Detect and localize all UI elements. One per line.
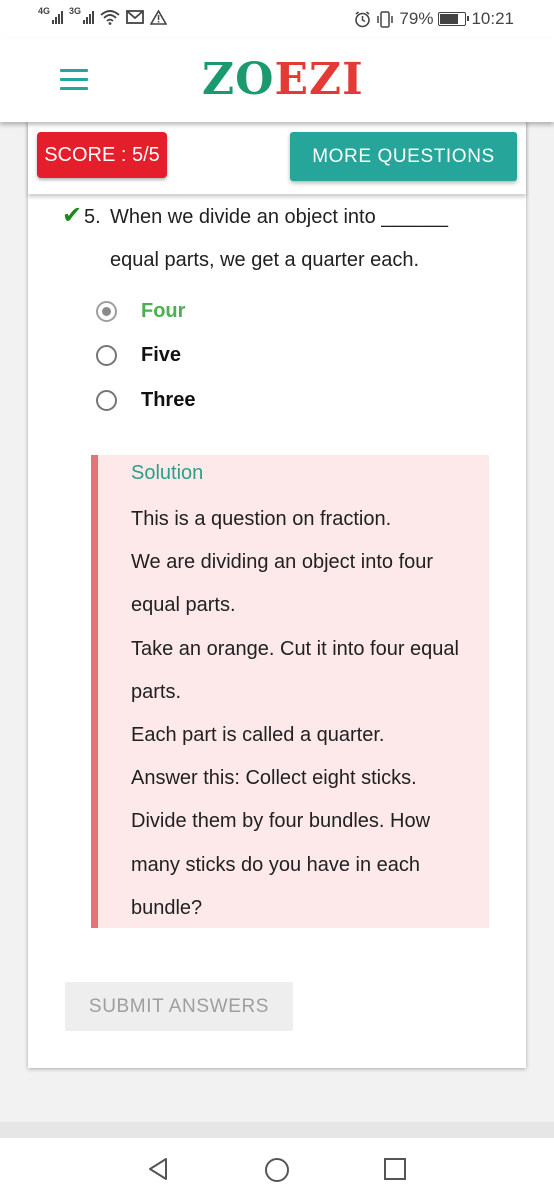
solution-line: This is a question on fraction. [131, 508, 392, 530]
app-logo: ZOEZI [202, 56, 364, 104]
radio-button[interactable] [96, 389, 117, 411]
option-five[interactable]: Five [96, 340, 181, 370]
option-four[interactable]: Four [96, 296, 185, 326]
battery-fill [440, 14, 458, 24]
question-text: When we divide an object into ______ equ… [110, 196, 490, 282]
option-label: Four [141, 299, 186, 322]
radio-button[interactable] [96, 344, 117, 366]
network-type-2: 3G [69, 6, 82, 16]
score-badge: SCORE : 5/5 [37, 132, 167, 178]
solution-title: Solution [131, 462, 204, 484]
status-right: 79% 10:21 [354, 9, 514, 29]
clock: 10:21 [471, 9, 514, 28]
recents-icon[interactable] [383, 1157, 407, 1181]
solution-line: bundle? [131, 896, 203, 919]
option-three[interactable]: Three [96, 385, 195, 415]
check-icon: ✔ [62, 202, 83, 229]
question-text-line: equal parts, we get a quarter each. [110, 249, 420, 271]
solution-box: Solution This is a question on fraction.… [91, 455, 489, 928]
radio-button-selected[interactable] [96, 300, 117, 322]
signal-icon: 4G [38, 6, 63, 24]
bottom-divider [0, 1122, 554, 1138]
wifi-icon [100, 10, 120, 25]
solution-line: Take an orange. Cut it into four equal [131, 637, 459, 660]
back-icon[interactable] [146, 1157, 170, 1181]
mail-icon [126, 10, 144, 24]
solution-line: Each part is called a quarter. [131, 724, 385, 747]
solution-line: many sticks do you have in each [131, 853, 421, 876]
solution-line: parts. [131, 680, 182, 703]
score-bar: SCORE : 5/5 MORE QUESTIONS [28, 122, 526, 194]
solution-text: This is a question on fraction. We are d… [131, 498, 491, 930]
status-bar: 4G 3G 79% 10:21 [0, 0, 554, 38]
solution-line: Answer this: Collect eight sticks. [131, 767, 417, 790]
more-questions-button[interactable]: MORE QUESTIONS [290, 132, 517, 181]
navigation-bar [0, 1138, 554, 1200]
question-number: 5. [84, 206, 101, 228]
warning-icon [150, 9, 167, 25]
hamburger-menu-icon[interactable] [60, 69, 88, 91]
vibrate-icon [377, 10, 394, 28]
signal-icon: 3G [69, 6, 94, 24]
solution-line: Divide them by four bundles. How [131, 810, 431, 833]
option-label: Five [141, 343, 182, 366]
app-header: ZOEZI [0, 38, 554, 122]
alarm-icon [355, 10, 371, 27]
solution-line: We are dividing an object into four [131, 551, 434, 574]
logo-part-2: EZI [274, 54, 364, 105]
network-type-1: 4G [38, 6, 51, 16]
question-text-line: When we divide an object into ______ [110, 206, 449, 228]
solution-line: equal parts. [131, 594, 236, 617]
option-label: Three [141, 388, 196, 411]
battery-icon [438, 12, 470, 26]
submit-answers-button[interactable]: SUBMIT ANSWERS [65, 982, 293, 1031]
home-icon[interactable] [264, 1157, 290, 1183]
battery-percent: 79% [399, 9, 434, 28]
logo-part-1: ZO [202, 54, 275, 105]
status-left: 4G 3G [38, 6, 167, 25]
